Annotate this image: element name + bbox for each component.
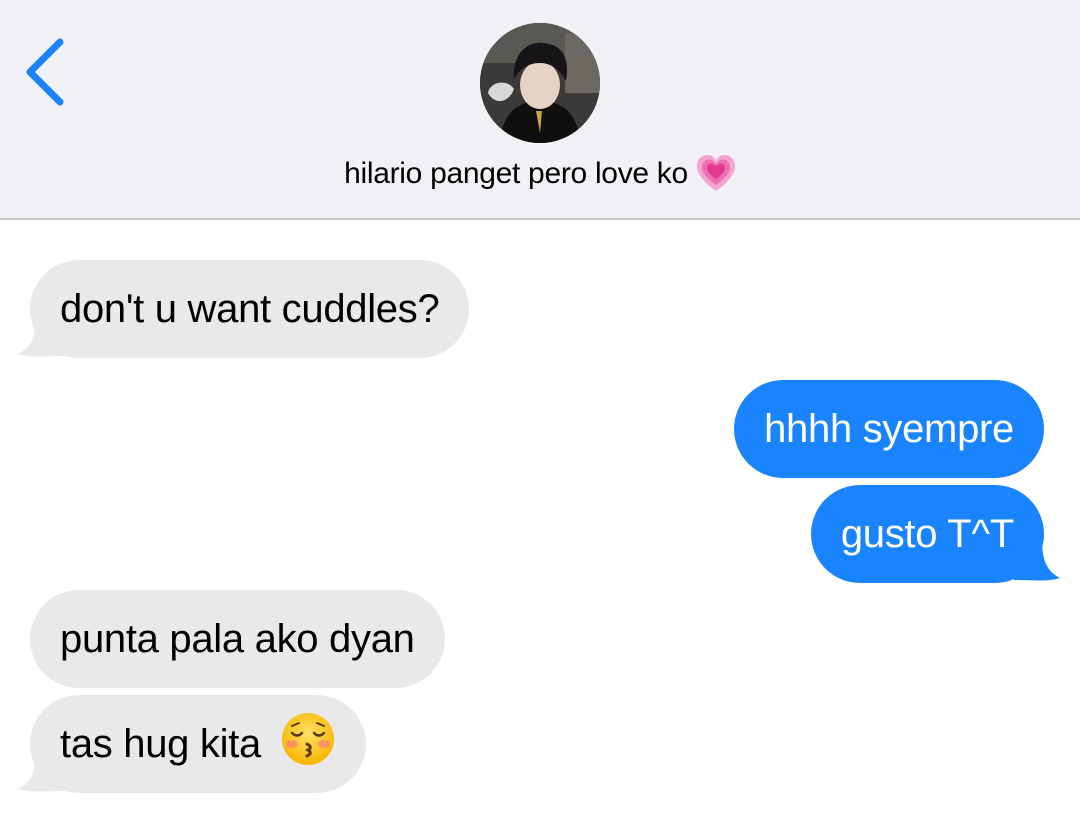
message-bubble-sent[interactable]: gusto T^T [810,485,1044,583]
contact-name[interactable]: hilario panget pero love ko [0,154,1080,194]
message-bubble-received[interactable]: don't u want cuddles? [30,260,470,358]
message-text: don't u want cuddles? [60,287,440,331]
avatar-photo [480,23,600,143]
message-bubble-sent[interactable]: hhhh syempre [734,380,1044,478]
chevron-left-icon [26,38,64,106]
message-bubble-received[interactable]: punta pala ako dyan [30,590,445,688]
message-text: gusto T^T [840,512,1014,556]
contact-name-text: hilario panget pero love ko [344,157,688,190]
contact-avatar[interactable] [480,23,600,143]
growing-heart-icon [696,155,735,191]
kissing-face-closed-eyes-icon [281,713,334,765]
message-text: punta pala ako dyan [60,617,415,661]
message-bubble-received[interactable]: tas hug kita [30,695,366,793]
message-text: tas hug kita [60,722,261,766]
back-button[interactable] [18,34,78,110]
conversation-header: hilario panget pero love ko [0,0,1080,220]
message-text: hhhh syempre [764,407,1014,451]
